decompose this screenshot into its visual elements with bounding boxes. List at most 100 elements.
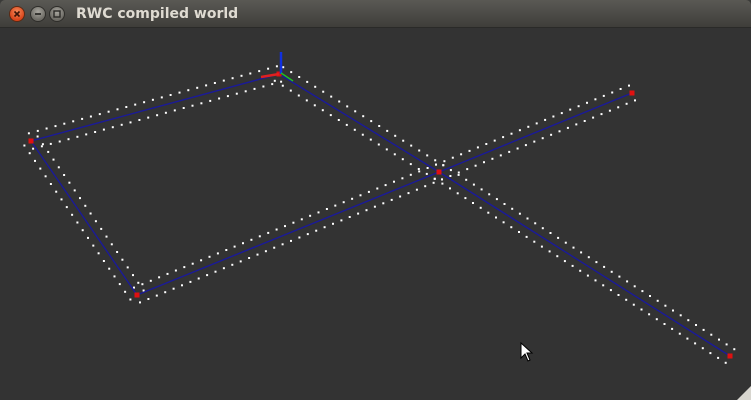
- boundary-marker: [354, 110, 357, 113]
- boundary-marker: [425, 172, 428, 175]
- boundary-marker: [353, 128, 356, 131]
- title-bar[interactable]: RWC compiled world: [0, 0, 751, 28]
- boundary-marker: [72, 120, 75, 123]
- boundary-marker: [63, 174, 66, 176]
- close-button[interactable]: [9, 6, 25, 22]
- boundary-marker: [281, 243, 284, 246]
- boundary-marker: [120, 123, 123, 126]
- maximize-button[interactable]: [49, 6, 65, 22]
- boundary-marker: [68, 181, 71, 184]
- boundary-marker: [564, 241, 567, 244]
- boundary-marker: [441, 182, 444, 185]
- boundary-marker: [480, 188, 483, 191]
- boundary-marker: [664, 304, 667, 307]
- boundary-marker: [407, 192, 410, 195]
- boundary-marker: [541, 227, 544, 230]
- boundary-marker: [89, 115, 92, 118]
- boundary-marker: [510, 226, 513, 229]
- boundary-marker: [351, 197, 354, 200]
- boundary-marker: [273, 79, 276, 82]
- boundary-marker: [329, 114, 332, 117]
- boundary-marker: [479, 206, 482, 209]
- boundary-marker: [49, 183, 52, 185]
- boundary-marker: [57, 166, 60, 169]
- boundary-marker: [373, 205, 376, 208]
- boundary-marker: [544, 118, 547, 121]
- boundary-marker: [468, 149, 471, 152]
- boundary-marker: [402, 139, 405, 142]
- boundary-marker: [213, 82, 216, 84]
- boundary-marker: [118, 283, 121, 286]
- resize-grip-icon[interactable]: [737, 386, 751, 400]
- boundary-marker: [508, 150, 511, 153]
- boundary-marker: [108, 267, 111, 270]
- boundary-marker: [73, 189, 76, 192]
- boundary-marker: [196, 86, 199, 89]
- boundary-marker: [502, 136, 505, 139]
- boundary-marker: [709, 352, 712, 355]
- boundary-marker: [36, 135, 39, 138]
- world-viewport[interactable]: [0, 28, 751, 400]
- boundary-marker: [290, 239, 292, 242]
- minimize-button[interactable]: [30, 6, 46, 22]
- boundary-marker: [626, 280, 629, 283]
- boundary-marker: [258, 70, 261, 73]
- boundary-marker: [495, 198, 498, 201]
- boundary-marker: [527, 125, 530, 128]
- boundary-marker: [460, 153, 463, 156]
- boundary-marker: [516, 147, 519, 150]
- boundary-marker: [710, 333, 713, 336]
- boundary-marker: [464, 197, 467, 200]
- boundary-marker: [491, 157, 494, 160]
- boundary-marker: [679, 314, 682, 317]
- boundary-marker: [98, 113, 101, 116]
- boundary-marker: [216, 252, 219, 255]
- boundary-marker: [634, 99, 636, 102]
- boundary-marker: [525, 235, 528, 238]
- boundary-marker: [52, 158, 55, 161]
- boundary-marker: [370, 120, 373, 123]
- boundary-marker: [518, 212, 521, 215]
- app-window: RWC compiled world: [0, 0, 751, 400]
- boundary-marker: [502, 221, 505, 224]
- boundary-marker: [457, 171, 460, 174]
- boundary-marker: [110, 243, 113, 246]
- boundary-marker: [191, 262, 194, 265]
- boundary-marker: [472, 202, 474, 204]
- boundary-marker: [617, 106, 620, 109]
- boundary-marker: [602, 284, 605, 287]
- boundary-marker: [485, 143, 488, 145]
- boundary-marker: [258, 235, 261, 238]
- boundary-marker: [724, 361, 727, 364]
- boundary-marker: [49, 142, 52, 145]
- boundary-marker: [292, 221, 295, 224]
- boundary-marker: [129, 298, 132, 301]
- boundary-marker: [40, 145, 43, 148]
- boundary-marker: [58, 140, 61, 143]
- boundary-marker: [36, 129, 39, 132]
- boundary-marker: [586, 101, 588, 104]
- boundary-marker: [317, 211, 320, 214]
- mouse-pointer-icon: [520, 341, 534, 362]
- boundary-marker: [314, 85, 317, 88]
- boundary-marker: [340, 219, 343, 222]
- boundary-marker: [386, 129, 389, 132]
- boundary-marker: [181, 284, 183, 287]
- boundary-marker: [28, 152, 31, 155]
- boundary-marker: [365, 209, 368, 212]
- boundary-marker: [617, 294, 620, 296]
- boundary-marker: [305, 99, 308, 102]
- boundary-marker: [649, 295, 651, 297]
- boundary-marker: [618, 275, 621, 278]
- road-segment: [438, 171, 731, 357]
- boundary-marker: [79, 197, 81, 200]
- boundary-marker: [121, 258, 124, 261]
- boundary-marker: [280, 80, 283, 83]
- boundary-marker: [511, 207, 514, 210]
- boundary-marker: [300, 218, 303, 221]
- boundary-marker: [321, 109, 324, 112]
- scene-canvas[interactable]: [0, 28, 751, 400]
- boundary-marker: [47, 150, 50, 153]
- boundary-marker: [94, 220, 97, 223]
- boundary-marker: [87, 236, 89, 239]
